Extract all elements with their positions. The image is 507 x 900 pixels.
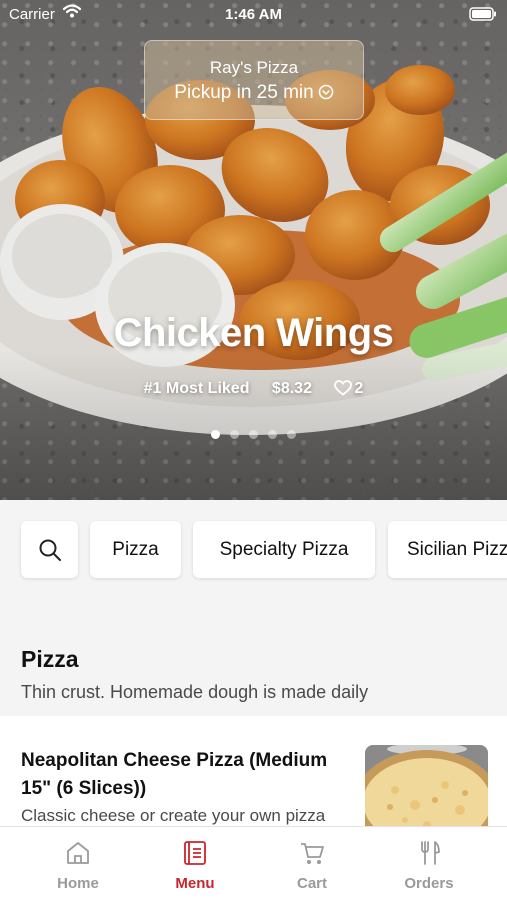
bottom-tab-bar: Home Menu Cart Orders: [0, 826, 507, 900]
home-icon: [20, 839, 136, 867]
carousel-dot[interactable]: [249, 430, 258, 439]
category-bar[interactable]: Pizza Specialty Pizza Sicilian Pizza: [0, 500, 507, 600]
popularity-badge: #1 Most Liked: [143, 380, 250, 397]
category-chip-specialty-pizza[interactable]: Specialty Pizza: [193, 521, 375, 578]
chevron-down-circle-icon: [314, 82, 334, 103]
menu-item-description: Classic cheese or create your own pizza: [21, 806, 326, 825]
status-bar: Carrier 1:46 AM: [0, 0, 507, 28]
menu-book-icon: [137, 839, 253, 867]
utensils-icon: [371, 839, 487, 867]
store-name: Ray's Pizza: [209, 58, 299, 77]
app-screen: Carrier 1:46 AM Ray's Pizza Pickup in 25…: [0, 0, 507, 900]
tab-cart-label: Cart: [296, 875, 327, 892]
menu-item-photo: [365, 745, 488, 828]
carousel-pagination[interactable]: [0, 430, 507, 439]
tab-home[interactable]: Home: [20, 827, 136, 900]
cart-icon: [254, 839, 370, 867]
search-icon: [39, 539, 61, 561]
menu-section-header: Pizza Thin crust. Homemade dough is made…: [0, 600, 507, 716]
likes-count: 2: [354, 380, 364, 397]
carousel-dot[interactable]: [287, 430, 296, 439]
section-subtitle: Thin crust. Homemade dough is made daily: [21, 682, 369, 702]
category-search-button[interactable]: [21, 521, 78, 578]
tab-orders[interactable]: Orders: [371, 827, 487, 900]
likes[interactable]: 2: [334, 380, 363, 397]
menu-item-card[interactable]: Neapolitan Cheese Pizza (Medium 15" (6 S…: [0, 716, 507, 828]
carousel-dot[interactable]: [230, 430, 239, 439]
tab-orders-label: Orders: [404, 875, 454, 892]
category-chip-sicilian-pizza[interactable]: Sicilian Pizza: [388, 521, 507, 578]
featured-price: $8.32: [271, 380, 312, 397]
tab-home-label: Home: [57, 875, 99, 892]
clock: 1:46 AM: [225, 6, 282, 23]
tab-menu[interactable]: Menu: [137, 827, 253, 900]
section-title: Pizza: [21, 646, 79, 672]
featured-item-meta: #1 Most Liked $8.32 2: [0, 380, 507, 398]
carousel-dot[interactable]: [268, 430, 277, 439]
store-selector-button[interactable]: Ray's Pizza Pickup in 25 min: [144, 40, 364, 120]
category-chip-pizza[interactable]: Pizza: [90, 521, 181, 578]
menu-item-name: Neapolitan Cheese Pizza (Medium 15" (6 S…: [21, 750, 328, 799]
pickup-time: Pickup in 25 min: [145, 82, 363, 104]
hero-carousel[interactable]: Carrier 1:46 AM Ray's Pizza Pickup in 25…: [0, 0, 507, 500]
featured-item-title: Chicken Wings: [113, 311, 394, 355]
tab-menu-label: Menu: [175, 875, 215, 892]
carousel-dot[interactable]: [211, 430, 220, 439]
heart-icon: [334, 380, 353, 396]
pickup-label: Pickup in 25 min: [174, 82, 314, 103]
battery-icon: [469, 7, 497, 25]
tab-cart[interactable]: Cart: [254, 827, 370, 900]
